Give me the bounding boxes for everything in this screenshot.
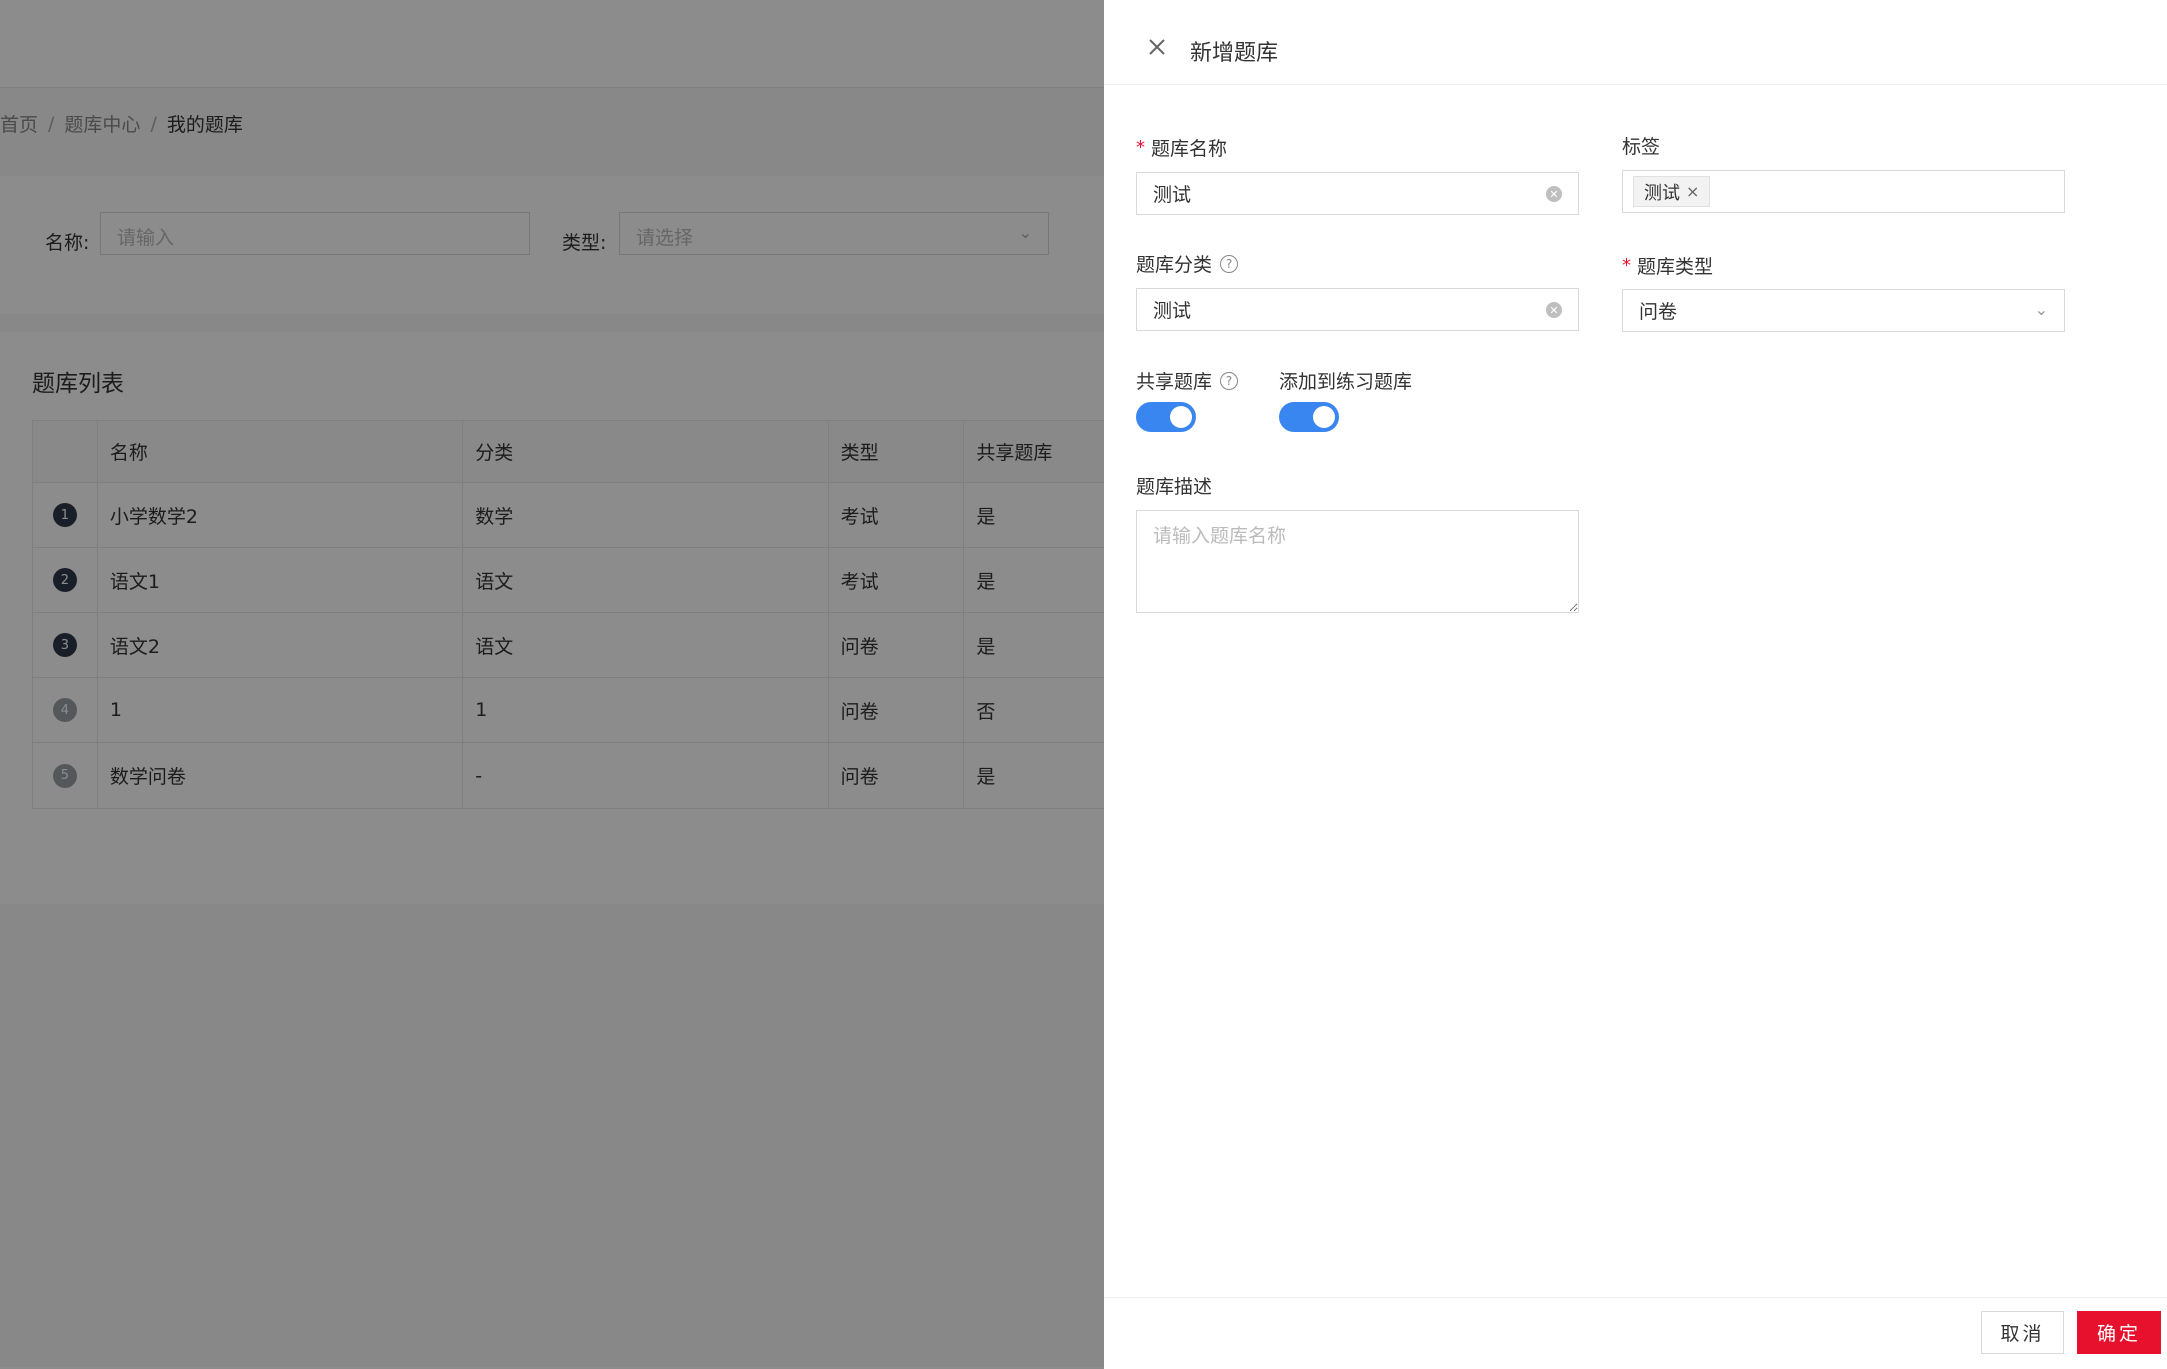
help-icon[interactable]: ? xyxy=(1220,371,1239,390)
bank-name-label-text: 题库名称 xyxy=(1151,138,1228,160)
bank-name-value: 测试 xyxy=(1153,184,1192,206)
bank-type-label-text: 题库类型 xyxy=(1637,256,1714,278)
tags-input[interactable]: 测试 × xyxy=(1622,170,2065,213)
new-bank-drawer: 新增题库 * 题库名称 测试 ✕ 标签 测试 × 题库分类 ? 测试 ✕ * 题… xyxy=(1104,12,2167,1367)
shared-label: 共享题库 ? xyxy=(1136,367,1239,394)
category-value: 测试 xyxy=(1153,300,1192,322)
close-button[interactable] xyxy=(1142,32,1172,62)
help-icon[interactable]: ? xyxy=(1220,254,1239,273)
tag-chip-label: 测试 xyxy=(1644,182,1680,204)
cancel-button[interactable]: 取消 xyxy=(1981,1311,2064,1354)
drawer-footer: 取消 确定 xyxy=(1104,1297,2167,1367)
bank-name-input[interactable]: 测试 ✕ xyxy=(1136,172,1579,215)
description-label: 题库描述 xyxy=(1136,472,1212,499)
drawer-overlay-mask[interactable] xyxy=(0,0,1104,1369)
description-textarea[interactable] xyxy=(1136,510,1579,613)
practice-switch[interactable] xyxy=(1279,402,1339,432)
clear-icon[interactable]: ✕ xyxy=(1546,186,1562,202)
bank-type-label: * 题库类型 xyxy=(1622,252,1713,279)
category-label: 题库分类 ? xyxy=(1136,250,1239,277)
drawer-header: 新增题库 xyxy=(1104,12,2167,85)
required-mark: * xyxy=(1136,137,1145,158)
clear-icon[interactable]: ✕ xyxy=(1546,302,1562,318)
category-label-text: 题库分类 xyxy=(1136,254,1213,276)
bank-type-value: 问卷 xyxy=(1639,301,1678,323)
category-input[interactable]: 测试 ✕ xyxy=(1136,288,1579,331)
drawer-title: 新增题库 xyxy=(1190,41,1279,66)
switch-knob xyxy=(1170,406,1192,428)
tags-label-text: 标签 xyxy=(1622,136,1661,158)
practice-label: 添加到练习题库 xyxy=(1279,367,1412,394)
chevron-down-icon: ⌄ xyxy=(2034,300,2048,319)
tags-label: 标签 xyxy=(1622,132,1660,159)
close-icon xyxy=(1149,39,1165,55)
description-label-text: 题库描述 xyxy=(1136,476,1213,498)
shared-label-text: 共享题库 xyxy=(1136,371,1213,393)
bank-type-select[interactable]: 问卷 ⌄ xyxy=(1622,289,2065,332)
bank-name-label: * 题库名称 xyxy=(1136,134,1227,161)
practice-label-text: 添加到练习题库 xyxy=(1279,371,1413,393)
shared-switch[interactable] xyxy=(1136,402,1196,432)
tag-chip: 测试 × xyxy=(1633,176,1711,207)
confirm-button[interactable]: 确定 xyxy=(2077,1311,2161,1354)
switch-knob xyxy=(1313,406,1335,428)
tag-remove-icon[interactable]: × xyxy=(1686,182,1699,201)
required-mark: * xyxy=(1622,255,1631,276)
